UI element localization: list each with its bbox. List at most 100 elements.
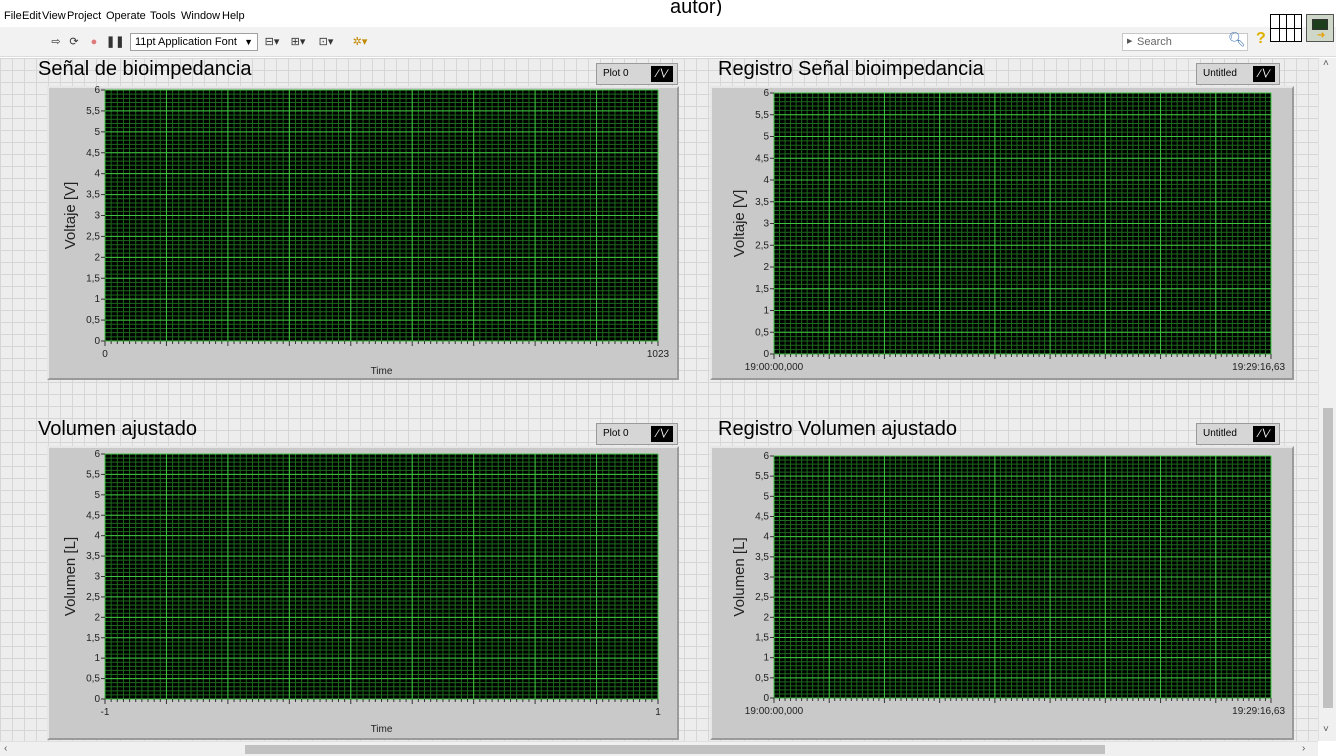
align-objects-icon[interactable]: ⊟▾ — [264, 33, 280, 51]
y-tick-label: 5,5 — [755, 471, 769, 482]
menu-file[interactable]: File — [4, 10, 22, 22]
graph-title: Registro Volumen ajustado — [718, 418, 958, 440]
y-tick-label: 1,5 — [86, 273, 100, 284]
scroll-down-icon[interactable]: ˅ — [1323, 724, 1329, 735]
y-tick-label: 2 — [763, 262, 769, 273]
graph-title: Volumen ajustado — [38, 418, 198, 440]
y-tick-label: 1,5 — [755, 284, 769, 295]
font-select[interactable]: 11pt Application Font ▼ — [130, 33, 258, 51]
menu-help[interactable]: Help — [222, 10, 245, 22]
x-axis-label: Time — [371, 366, 393, 377]
y-tick-label: 4,5 — [755, 153, 769, 164]
caption-fragment: autor) — [670, 0, 723, 16]
y-tick-label: 6 — [763, 451, 769, 462]
run-continuously-icon[interactable]: ⟳ — [66, 33, 82, 51]
reorder-icon[interactable]: ✲▾ — [352, 33, 368, 51]
run-arrow-icon[interactable]: ⇨ — [48, 33, 64, 51]
line-style-icon: ∕∖∕ — [1253, 426, 1275, 442]
distribute-objects-icon[interactable]: ⊞▾ — [290, 33, 306, 51]
y-tick-label: 0,5 — [755, 673, 769, 684]
y-tick-label: 3,5 — [86, 190, 100, 201]
y-tick-label: 1,5 — [755, 633, 769, 644]
y-tick-label: 4 — [763, 532, 769, 543]
y-tick-label: 5,5 — [86, 106, 100, 117]
scroll-thumb[interactable] — [245, 745, 1105, 754]
plot-legend[interactable]: Plot 0 ∕∖∕ — [596, 63, 678, 85]
graph-title: Registro Señal bioimpedancia — [718, 58, 984, 80]
x-tick-label: 19:00:00,000 — [745, 706, 804, 717]
scroll-thumb[interactable] — [1323, 408, 1333, 708]
line-style-icon: ∕∖∕ — [651, 66, 673, 82]
y-tick-label: 5,5 — [86, 469, 100, 480]
x-axis-label: Time — [371, 724, 393, 735]
menu-tools[interactable]: Tools — [150, 10, 176, 22]
abort-icon[interactable]: ● — [86, 33, 102, 51]
y-tick-label: 4,5 — [86, 148, 100, 159]
y-tick-label: 0,5 — [86, 315, 100, 326]
menu-edit[interactable]: Edit — [22, 10, 41, 22]
scroll-up-icon[interactable]: ˄ — [1323, 58, 1329, 69]
y-tick-label: 3 — [94, 211, 100, 222]
chevron-down-icon: ▼ — [244, 37, 253, 47]
y-tick-label: 6 — [763, 88, 769, 99]
horizontal-scrollbar[interactable]: ‹ › — [0, 741, 1318, 756]
y-tick-label: 0 — [763, 693, 769, 704]
plot-area[interactable]: 0 0,5 1 1,5 2 2,5 3 3,5 4 4,5 5 5,5 6 19:00:00,000 19:… — [0, 58, 1285, 717]
scroll-right-icon[interactable]: › — [1302, 743, 1305, 754]
y-tick-label: 4,5 — [755, 512, 769, 523]
y-tick-label: 1 — [94, 653, 100, 664]
search-dropdown-icon[interactable]: ▶ — [1127, 34, 1132, 50]
menu-project[interactable]: Project — [67, 10, 101, 22]
x-tick-label: 1 — [655, 707, 661, 718]
graph-registro-volumen-ajustado[interactable]: Registro Volumen ajustado Untitled ∕∖∕ 0… — [0, 58, 1294, 740]
search-icon[interactable]: 🔍︎ — [1228, 31, 1246, 48]
help-icon[interactable]: ? — [1256, 30, 1266, 48]
x-tick-label: 1023 — [647, 349, 670, 360]
graph-title: Señal de bioimpedancia — [38, 58, 252, 80]
y-tick-label: 3,5 — [86, 551, 100, 562]
y-tick-label: 3 — [763, 219, 769, 230]
y-tick-label: 5 — [94, 127, 100, 138]
y-tick-label: 6 — [94, 449, 100, 460]
y-tick-label: 1,5 — [86, 633, 100, 644]
legend-label: Plot 0 — [603, 68, 629, 79]
scroll-left-icon[interactable]: ‹ — [4, 743, 7, 754]
x-tick-label: 0 — [102, 349, 108, 360]
y-tick-label: 0 — [94, 694, 100, 705]
line-style-icon: ∕∖∕ — [651, 426, 673, 442]
y-tick-label: 3 — [763, 572, 769, 583]
y-tick-label: 4 — [763, 175, 769, 186]
y-tick-label: 5 — [763, 132, 769, 143]
vertical-scrollbar[interactable]: ˄ ˅ — [1318, 58, 1336, 741]
plot-legend[interactable]: Plot 0 ∕∖∕ — [596, 423, 678, 445]
y-tick-label: 3,5 — [755, 197, 769, 208]
pause-icon[interactable]: ❚❚ — [106, 33, 124, 51]
vi-icon[interactable]: ➜ — [1306, 14, 1334, 42]
y-axis-label: Voltaje [V] — [731, 190, 748, 258]
menu-operate[interactable]: Operate — [106, 10, 146, 22]
plot-legend[interactable]: Untitled ∕∖∕ — [1196, 63, 1280, 85]
y-tick-label: 2,5 — [755, 240, 769, 251]
y-tick-label: 0 — [94, 336, 100, 347]
line-style-icon: ∕∖∕ — [1253, 66, 1275, 82]
y-tick-label: 2,5 — [755, 592, 769, 603]
y-tick-label: 3,5 — [755, 552, 769, 563]
y-tick-label: 0,5 — [86, 674, 100, 685]
resize-objects-icon[interactable]: ⊡▾ — [318, 33, 334, 51]
menu-window[interactable]: Window — [181, 10, 220, 22]
y-tick-label: 1 — [763, 653, 769, 664]
y-tick-label: 0,5 — [755, 327, 769, 338]
y-tick-label: 5 — [94, 490, 100, 501]
y-axis-label: Volumen [L] — [731, 537, 748, 616]
y-axis-label: Voltaje [V] — [62, 182, 79, 250]
legend-label: Plot 0 — [603, 428, 629, 439]
y-tick-label: 1 — [94, 294, 100, 305]
y-tick-label: 5 — [763, 491, 769, 502]
y-tick-label: 1 — [763, 306, 769, 317]
connector-pane-icon[interactable] — [1270, 14, 1302, 42]
y-tick-label: 2 — [763, 612, 769, 623]
menu-view[interactable]: View — [42, 10, 66, 22]
plot-legend[interactable]: Untitled ∕∖∕ — [1196, 423, 1280, 445]
y-tick-label: 6 — [94, 85, 100, 96]
y-tick-label: 2 — [94, 252, 100, 263]
